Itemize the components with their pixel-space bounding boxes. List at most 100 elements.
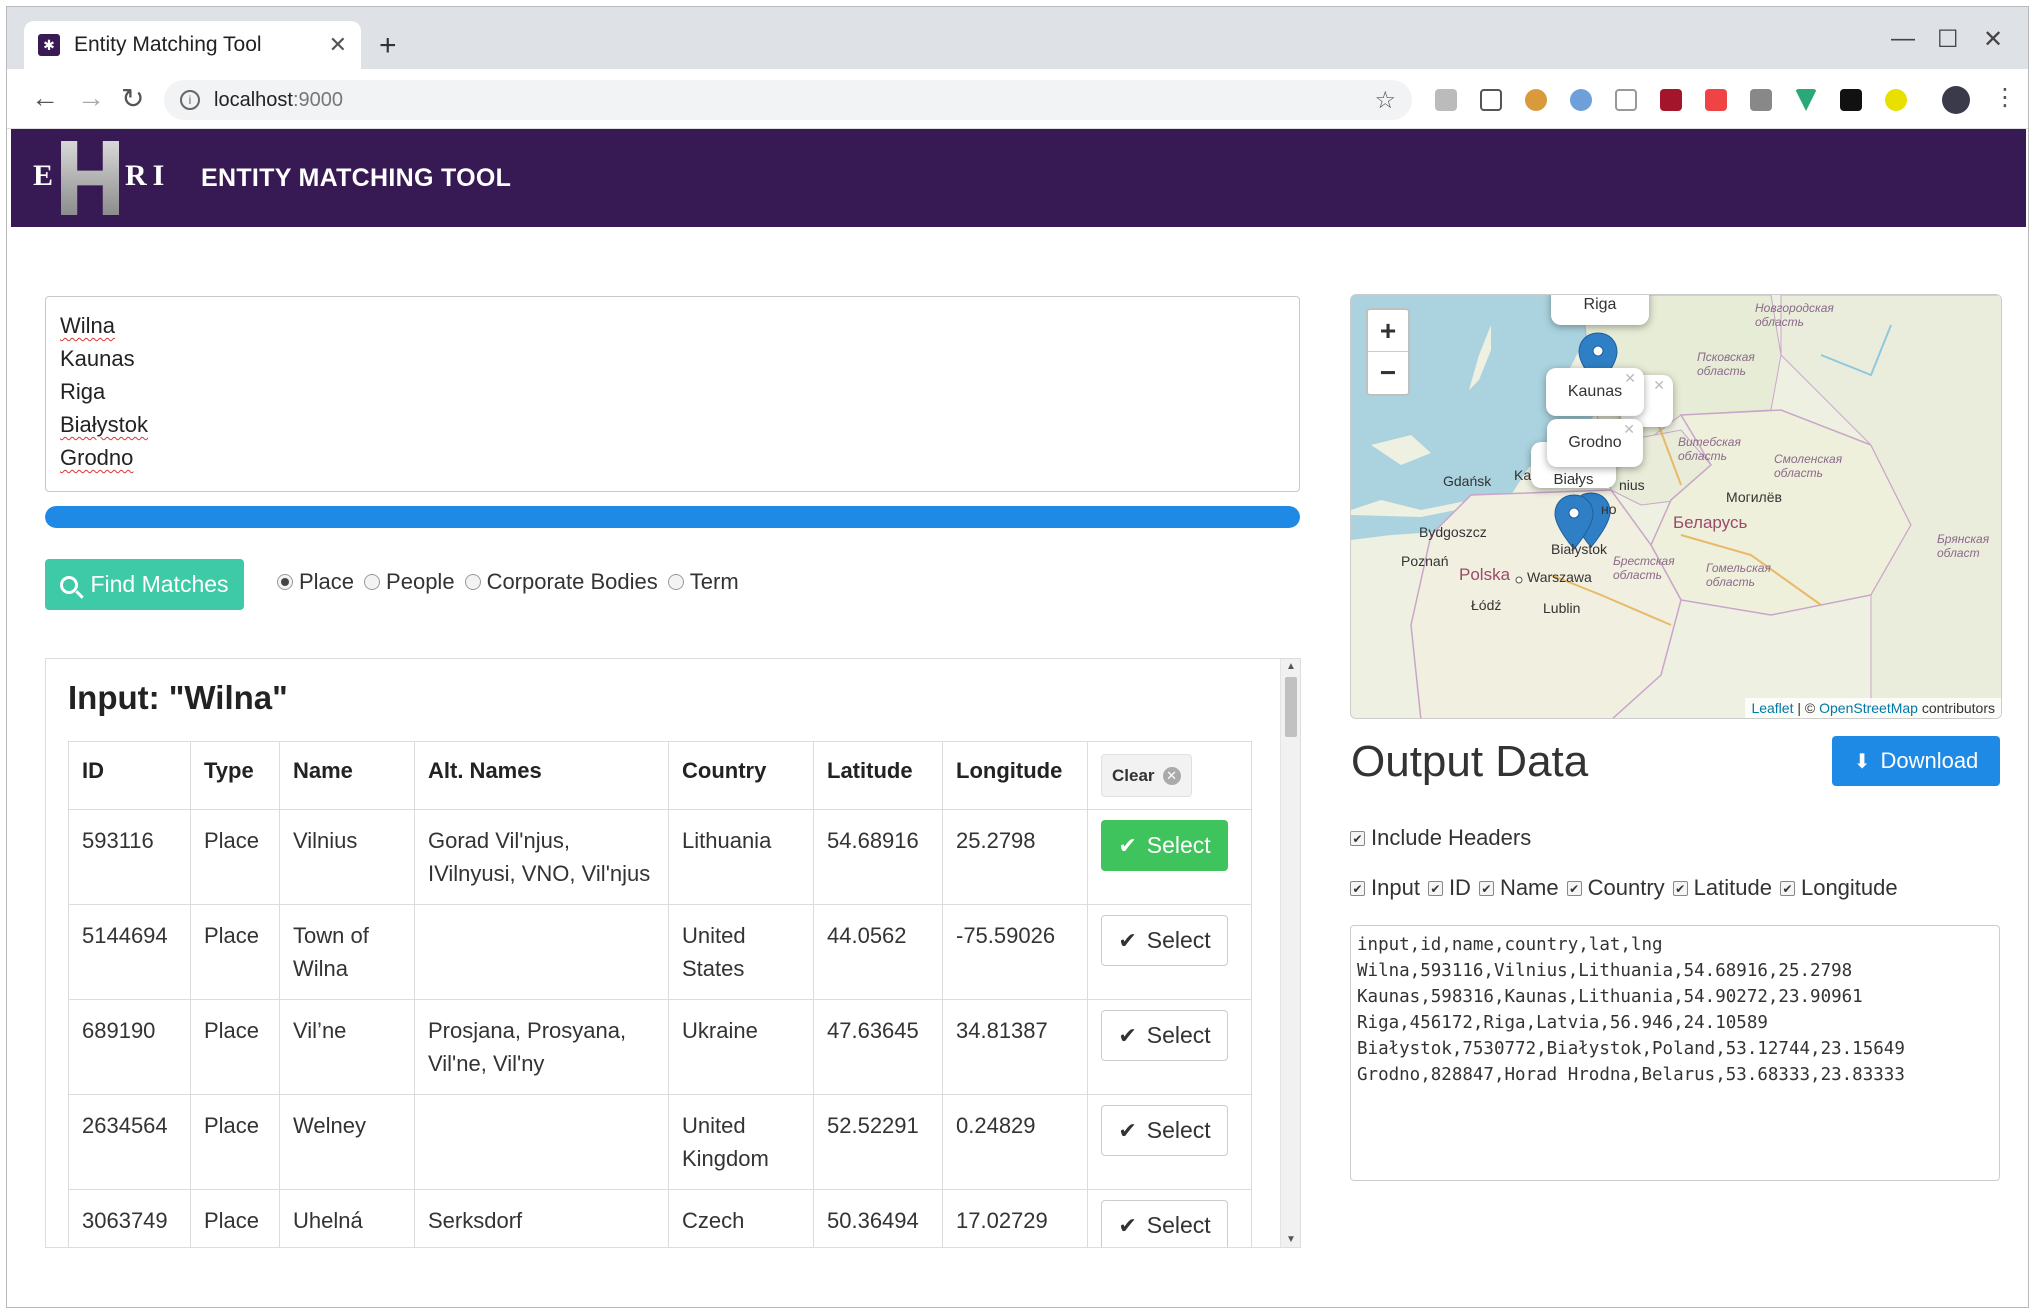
checkbox[interactable]: ✔ — [1350, 880, 1365, 896]
select-button[interactable]: ✔ Select — [1101, 915, 1228, 966]
minimize-icon[interactable]: — — [1891, 25, 1915, 53]
back-icon[interactable]: ← — [31, 82, 59, 114]
table-row: 3063749 Place Uhelná Serksdorf Czech 50.… — [68, 1189, 1252, 1247]
map-popup-kaunas[interactable]: Kaunas ✕ — [1546, 368, 1644, 416]
check-icon: ✔ — [1118, 833, 1137, 858]
checkbox[interactable]: ✔ — [1779, 880, 1795, 896]
forward-icon[interactable]: → — [77, 82, 105, 114]
app-header: E RI ENTITY MATCHING TOOL — [11, 129, 2026, 227]
extension-grid-icon[interactable] — [1705, 89, 1727, 111]
popup-close-icon[interactable]: ✕ — [1653, 377, 1665, 394]
reload-icon[interactable]: ↻ — [121, 82, 144, 115]
cell-id: 689190 — [68, 999, 191, 1095]
popup-close-icon[interactable]: ✕ — [1623, 421, 1635, 438]
checkbox[interactable]: ✔ — [1672, 880, 1688, 896]
cell-action: ✔ Select — [1087, 999, 1252, 1095]
check-icon: ✔ — [1118, 1118, 1137, 1143]
extension-cookie-icon[interactable] — [1525, 89, 1547, 111]
scroll-up-icon[interactable]: ▲ — [1286, 661, 1296, 672]
tab-close-icon[interactable]: ✕ — [329, 32, 347, 58]
map-popup-grodno[interactable]: Grodno ✕ — [1547, 419, 1643, 467]
checkbox[interactable]: ✔ — [1478, 880, 1494, 896]
check-icon: ✔ — [1118, 928, 1137, 953]
map-label: Gdańsk — [1443, 473, 1492, 489]
clear-button[interactable]: Clear ✕ — [1101, 754, 1192, 797]
results-scrollbar[interactable]: ▲ ▼ — [1280, 659, 1300, 1247]
leaflet-map[interactable]: + − Riga ✕ Kaunas ✕ Białys Grodno ✕ Gdańsk… — [1350, 294, 2002, 719]
extension-b-icon[interactable] — [1840, 89, 1862, 111]
address-bar[interactable]: i localhost:9000 ☆ — [164, 80, 1412, 120]
cell-action: ✔ Select — [1087, 1189, 1252, 1247]
site-info-icon[interactable]: i — [180, 90, 200, 110]
extension-play-icon[interactable] — [1885, 89, 1907, 111]
extension-vue-icon[interactable] — [1795, 89, 1817, 111]
new-tab-icon[interactable]: + — [379, 29, 397, 63]
map-label: nius — [1619, 477, 1645, 493]
field-name-checkbox[interactable]: ✔ Name — [1478, 875, 1559, 901]
cell-name: Welney — [279, 1094, 415, 1190]
maximize-icon[interactable]: ☐ — [1937, 25, 1959, 54]
browser-tab[interactable]: ✱ Entity Matching Tool ✕ — [24, 21, 361, 69]
window-close-icon[interactable]: ✕ — [1983, 25, 2003, 54]
cell-action: ✔ Select — [1087, 809, 1252, 905]
map-label: Брестская область — [1613, 554, 1675, 582]
popup-close-icon[interactable]: ✕ — [1624, 370, 1636, 387]
extension-download-icon[interactable] — [1435, 89, 1457, 111]
extension-ublock-icon[interactable] — [1660, 89, 1682, 111]
field-country-checkbox[interactable]: ✔ Country — [1566, 875, 1665, 901]
map-attribution: Leaflet | © OpenStreetMap contributors — [1745, 698, 2001, 718]
radio-button[interactable] — [464, 574, 481, 590]
radio-corporate-bodies[interactable]: Corporate Bodies — [464, 569, 658, 595]
extension-pocket-icon[interactable] — [1480, 89, 1502, 111]
entity-input-textarea[interactable]: Wilna Kaunas Riga Białystok Grodno — [45, 296, 1300, 492]
extension-page-icon[interactable] — [1615, 89, 1637, 111]
map-label: Białystok — [1551, 541, 1608, 557]
checkbox[interactable]: ✔ — [1350, 830, 1365, 846]
profile-avatar[interactable] — [1942, 86, 1970, 114]
field-latitude-checkbox[interactable]: ✔ Latitude — [1672, 875, 1772, 901]
cell-type: Place — [190, 809, 280, 905]
check-icon: ✔ — [1118, 1023, 1137, 1048]
find-matches-button[interactable]: Find Matches — [45, 559, 244, 610]
field-longitude-checkbox[interactable]: ✔ Longitude — [1779, 875, 1898, 901]
download-button[interactable]: ⬇ Download — [1832, 736, 2000, 786]
ehri-logo: E RI — [33, 139, 175, 217]
checkbox[interactable]: ✔ — [1566, 880, 1582, 896]
field-id-checkbox[interactable]: ✔ ID — [1427, 875, 1471, 901]
zoom-out-button[interactable]: − — [1368, 352, 1408, 394]
menu-kebab-icon[interactable]: ⋮ — [1993, 83, 2017, 112]
scroll-down-icon[interactable]: ▼ — [1286, 1234, 1296, 1245]
select-button[interactable]: ✔ Select — [1101, 820, 1228, 871]
radio-place[interactable]: Place — [277, 569, 354, 595]
map-label: Псковская область — [1697, 350, 1755, 378]
select-button[interactable]: ✔ Select — [1101, 1200, 1228, 1247]
radio-term[interactable]: Term — [667, 569, 739, 595]
bookmark-star-icon[interactable]: ☆ — [1374, 86, 1396, 115]
extension-camera-icon[interactable] — [1750, 89, 1772, 111]
osm-link[interactable]: OpenStreetMap — [1819, 700, 1918, 716]
cell-lng: 17.02729 — [942, 1189, 1088, 1247]
extension-globe-icon[interactable] — [1570, 89, 1592, 111]
map-popup-riga[interactable]: Riga — [1551, 295, 1649, 325]
cell-action: ✔ Select — [1087, 1094, 1252, 1190]
radio-button[interactable] — [667, 574, 684, 590]
map-label: Warszawa — [1527, 569, 1592, 585]
radio-button[interactable] — [277, 574, 293, 590]
zoom-in-button[interactable]: + — [1368, 310, 1408, 352]
field-input-checkbox[interactable]: ✔ Input — [1350, 875, 1420, 901]
radio-button[interactable] — [364, 574, 381, 590]
include-headers-checkbox[interactable]: ✔ Include Headers — [1350, 825, 1531, 851]
output-csv-textarea[interactable]: input,id,name,country,lat,lng Wilna,5931… — [1350, 925, 2000, 1181]
select-button[interactable]: ✔ Select — [1101, 1010, 1228, 1061]
select-button[interactable]: ✔ Select — [1101, 1105, 1228, 1156]
checkbox[interactable]: ✔ — [1427, 880, 1443, 896]
results-table: ID Type Name Alt. Names Country Latitude… — [68, 741, 1252, 1247]
check-icon: ✔ — [1118, 1213, 1137, 1238]
scroll-thumb[interactable] — [1285, 677, 1297, 737]
cell-alt: Prosjana, Prosyana, Vil'ne, Vil'ny — [414, 999, 669, 1095]
col-name: Name — [279, 741, 415, 810]
search-icon — [60, 575, 79, 594]
map-label: но — [1601, 501, 1617, 517]
leaflet-link[interactable]: Leaflet — [1751, 700, 1793, 716]
radio-people[interactable]: People — [364, 569, 455, 595]
